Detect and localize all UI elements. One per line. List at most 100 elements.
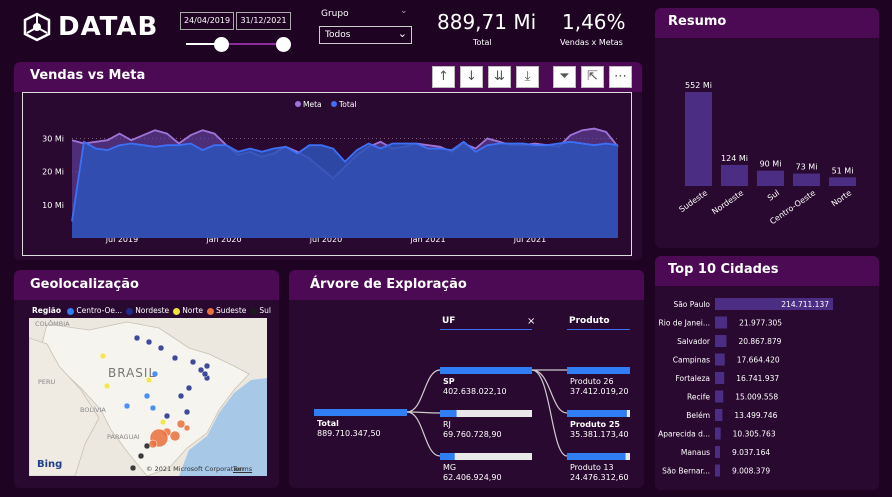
map-dot[interactable]	[201, 370, 209, 378]
geo-legend: Região Centro-Oe... Nordeste Norte Sudeste S…	[32, 306, 271, 315]
cidades-title: Top 10 Cidades	[668, 262, 779, 277]
geo-legend-item: Centro-Oe...	[67, 306, 122, 315]
geo-legend-dot	[207, 307, 215, 315]
date-end-field[interactable]: 31/12/2021	[236, 12, 291, 30]
cidade-name: Belém	[686, 411, 710, 420]
map-dot[interactable]	[163, 412, 171, 420]
resumo-bar[interactable]	[685, 92, 712, 186]
tree-produto-bar[interactable]	[567, 453, 626, 460]
map-dot[interactable]	[103, 382, 111, 390]
slider-start-handle[interactable]	[214, 37, 229, 52]
cidade-bar[interactable]	[715, 409, 723, 421]
map-dot[interactable]	[149, 404, 157, 412]
cidade-name: São Bernar...	[662, 467, 710, 476]
tree-root-bar[interactable]	[314, 409, 407, 416]
cidade-name: São Paulo	[673, 300, 710, 309]
cidade-bar[interactable]	[715, 427, 721, 440]
map-dot[interactable]	[133, 334, 141, 342]
cidades-chart: São Paulo 214.711.137 Rio de Janei... 21.97…	[658, 298, 833, 477]
geo-map[interactable]	[29, 318, 267, 476]
slider-end-handle[interactable]	[276, 37, 291, 52]
date-slider[interactable]	[186, 36, 291, 52]
cidade-bar[interactable]	[715, 316, 728, 329]
cidade-value: 13.499.746	[734, 411, 777, 420]
geo-legend-dot	[173, 307, 181, 315]
kpi-total-label: Total	[473, 38, 492, 47]
resumo-bar-label: 552 Mi	[685, 81, 712, 90]
map-dot[interactable]	[143, 442, 151, 450]
map-dot[interactable]	[145, 338, 153, 346]
tree-uf-value: 62.406.924,90	[443, 473, 502, 482]
cidade-bar[interactable]	[715, 372, 725, 384]
tree-uf-value: 402.638.022,10	[443, 387, 507, 396]
map-terms-link[interactable]: Terms	[233, 465, 252, 473]
map-dot[interactable]	[157, 344, 165, 352]
more-options-icon[interactable]: ⋯	[609, 66, 632, 88]
tree-uf-bar[interactable]	[440, 410, 457, 417]
geo-legend-text: Centro-Oe...	[76, 306, 123, 315]
tree-chart: Total889.710.347,50 SP402.638.022,10 RJ69.…	[314, 367, 630, 482]
map-dot[interactable]	[189, 358, 197, 366]
resumo-bar[interactable]	[793, 173, 820, 186]
cidade-bar[interactable]	[715, 335, 727, 347]
map-dot[interactable]	[183, 424, 191, 432]
kpi-pct-label: Vendas x Metas	[560, 38, 623, 47]
map-dot[interactable]	[183, 408, 191, 416]
cidade-value: 16.741.937	[736, 374, 779, 383]
tree-produto-label[interactable]: Produto	[569, 316, 610, 326]
map-dot[interactable]	[148, 439, 158, 449]
tree-uf-bar[interactable]	[440, 367, 532, 374]
tree-uf-close-icon[interactable]: ×	[527, 316, 535, 327]
filter-icon[interactable]: ⏷	[553, 66, 576, 88]
tree-produto-value: 37.412.019,20	[570, 387, 629, 396]
date-start-field[interactable]: 24/04/2019	[180, 12, 234, 30]
cidade-bar[interactable]	[715, 390, 724, 403]
resumo-bar[interactable]	[757, 170, 784, 186]
resumo-bar-label: 51 Mi	[832, 166, 854, 175]
map-label-paraguai: PARAGUAI	[107, 433, 140, 441]
tree-produto-bar[interactable]	[567, 367, 630, 374]
cidade-bar[interactable]	[715, 353, 725, 366]
map-dot[interactable]	[137, 452, 145, 460]
arrow-down-icon[interactable]: ↓	[460, 66, 483, 88]
arrow-up-icon[interactable]: ↑	[432, 66, 455, 88]
tree-uf-bar[interactable]	[440, 453, 455, 460]
tree-title: Árvore de Exploração	[310, 277, 467, 292]
map-dot[interactable]	[177, 392, 185, 400]
geo-legend-text: Sudeste	[216, 306, 247, 315]
map-dot[interactable]	[203, 362, 211, 370]
cidade-bar[interactable]	[715, 446, 720, 458]
grupo-dropdown[interactable]: Todos ⌄	[319, 26, 412, 44]
cidade-value: 20.867.879	[738, 337, 781, 346]
geo-legend-text: Sul	[259, 306, 271, 315]
tree-uf-name: SP	[443, 377, 455, 386]
vendas-title: Vendas vs Meta	[30, 68, 146, 83]
map-dot[interactable]	[123, 402, 131, 410]
resumo-bar[interactable]	[829, 177, 856, 186]
cidade-name: Aparecida d...	[658, 430, 710, 439]
resumo-category-label: Sul	[766, 188, 781, 202]
tree-uf-label[interactable]: UF	[442, 316, 455, 326]
map-dot[interactable]	[159, 418, 167, 426]
resumo-bar[interactable]	[721, 164, 748, 186]
geo-legend-text: Nordeste	[135, 306, 170, 315]
tree-produto-bar[interactable]	[567, 410, 627, 417]
map-dot[interactable]	[176, 419, 186, 429]
focus-mode-icon[interactable]: ⇱	[581, 66, 604, 88]
tree-uf-name: MG	[443, 463, 456, 472]
map-dot[interactable]	[185, 384, 193, 392]
resumo-bar-label: 73 Mi	[796, 163, 818, 172]
map-dot[interactable]	[169, 430, 181, 442]
cidade-name: Fortaleza	[676, 374, 711, 383]
grupo-label: Grupo	[321, 9, 349, 19]
map-dot[interactable]	[129, 464, 137, 472]
cidade-bar[interactable]	[715, 464, 720, 477]
map-dot[interactable]	[99, 352, 107, 360]
y-tick-label: 20 Mi	[42, 168, 64, 177]
cidade-name: Recife	[687, 393, 710, 402]
map-dot[interactable]	[143, 392, 151, 400]
map-dot[interactable]	[171, 354, 179, 362]
double-arrow-down-icon[interactable]: ⇊	[488, 66, 511, 88]
geo-legend-label: Região	[32, 306, 62, 315]
expand-down-icon[interactable]: ⤓	[516, 66, 539, 88]
